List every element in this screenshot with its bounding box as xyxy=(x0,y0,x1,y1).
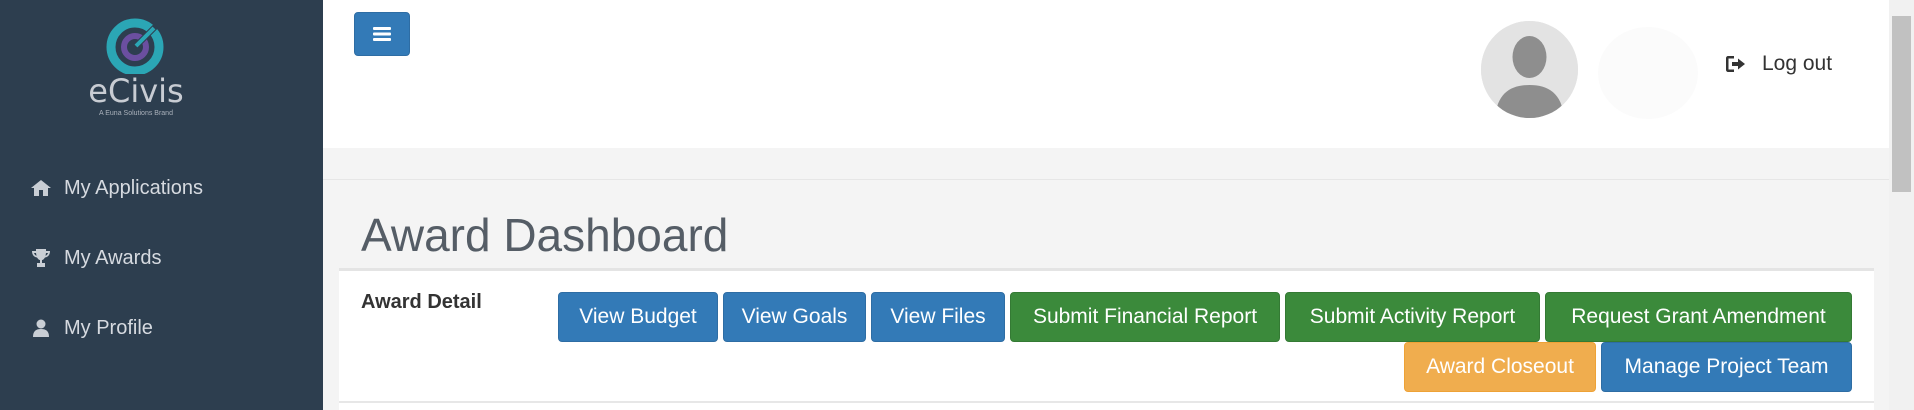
submit-financial-report-button[interactable]: Submit Financial Report xyxy=(1010,292,1280,342)
logo-tagline: A Euna Solutions Brand xyxy=(99,110,173,117)
home-icon xyxy=(30,180,52,196)
award-closeout-button[interactable]: Award Closeout xyxy=(1404,342,1596,392)
avatar[interactable] xyxy=(1481,21,1578,118)
scrollbar-thumb[interactable] xyxy=(1892,16,1911,192)
menu-toggle-button[interactable] xyxy=(354,12,410,56)
submit-activity-report-button[interactable]: Submit Activity Report xyxy=(1285,292,1540,342)
award-detail-label: Award Detail xyxy=(361,291,482,313)
hamburger-icon xyxy=(373,27,391,41)
ecivis-logo-icon xyxy=(106,18,164,74)
content-divider xyxy=(323,179,1889,180)
logout-label: Log out xyxy=(1762,52,1833,75)
logo-wordmark: eCivis xyxy=(88,72,184,110)
ecivis-logo[interactable]: eCivis A Euna Solutions Brand xyxy=(86,18,186,117)
sidebar-item-label: My Awards xyxy=(64,246,162,269)
sidebar-item-my-profile[interactable]: My Profile xyxy=(30,310,153,346)
sidebar-item-my-applications[interactable]: My Applications xyxy=(30,170,203,206)
sidebar: eCivis A Euna Solutions Brand My Applica… xyxy=(0,0,323,410)
sidebar-item-label: My Profile xyxy=(64,316,153,339)
page-title: Award Dashboard xyxy=(361,209,729,261)
logout-link[interactable]: Log out xyxy=(1726,52,1832,76)
sidebar-item-label: My Applications xyxy=(64,176,203,199)
manage-project-team-button[interactable]: Manage Project Team xyxy=(1601,342,1852,392)
view-files-button[interactable]: View Files xyxy=(871,292,1005,342)
sidebar-item-my-awards[interactable]: My Awards xyxy=(30,240,161,276)
trophy-icon xyxy=(30,249,52,267)
request-grant-amendment-button[interactable]: Request Grant Amendment xyxy=(1545,292,1852,342)
view-goals-button[interactable]: View Goals xyxy=(723,292,866,342)
user-icon xyxy=(30,319,52,337)
sign-out-icon xyxy=(1726,56,1745,72)
user-name-placeholder xyxy=(1598,27,1698,119)
view-budget-button[interactable]: View Budget xyxy=(558,292,718,342)
default-user-avatar-icon xyxy=(1481,21,1578,118)
panel-divider xyxy=(339,401,1874,403)
